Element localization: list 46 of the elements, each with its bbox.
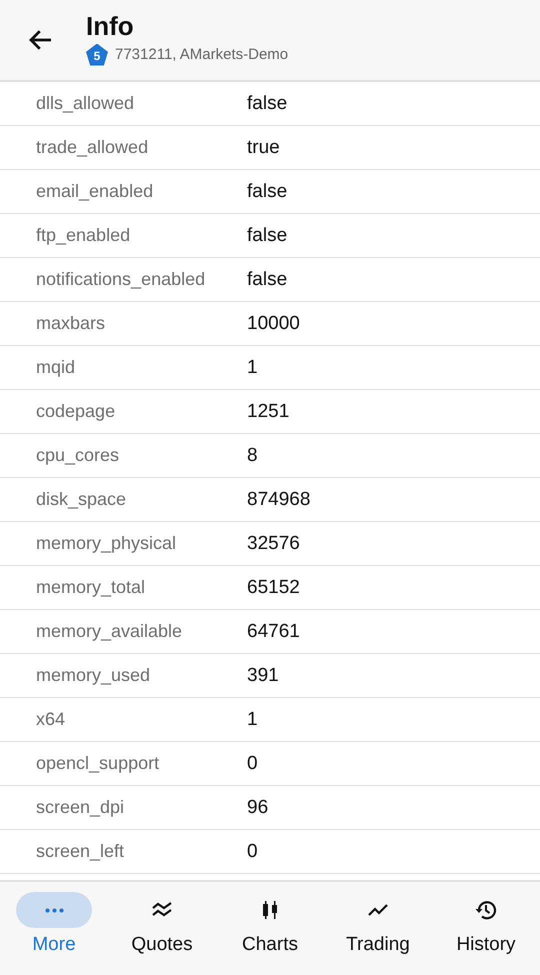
- property-value: false: [247, 268, 288, 290]
- nav-tab[interactable]: History: [432, 882, 540, 975]
- property-name: mqid: [35, 357, 76, 378]
- account-label: 7731211, AMarkets-Demo: [115, 46, 288, 63]
- property-name: memory_available: [35, 621, 184, 642]
- property-name: screen_left: [35, 841, 126, 862]
- property-value: 8: [247, 444, 258, 466]
- property-value: 0: [247, 840, 258, 862]
- property-name: x64: [35, 709, 66, 730]
- property-name: screen_dpi: [35, 797, 126, 818]
- property-value: false: [247, 224, 288, 246]
- property-value: false: [247, 92, 288, 114]
- nav-tab[interactable]: More: [0, 882, 108, 975]
- property-name: email_enabled: [35, 181, 154, 202]
- property-value: 1: [247, 708, 258, 730]
- property-name: memory_used: [35, 665, 152, 686]
- property-name: notifications_enabled: [35, 269, 206, 290]
- property-value: 10000: [247, 312, 300, 334]
- property-name: maxbars: [35, 313, 106, 334]
- property-value: 32576: [247, 532, 300, 554]
- property-value: 874968: [247, 488, 310, 510]
- property-name: disk_space: [35, 489, 128, 510]
- property-name: cpu_cores: [35, 445, 120, 466]
- nav-tab[interactable]: Quotes: [108, 882, 216, 975]
- property-value: true: [247, 136, 280, 158]
- property-value: 1251: [247, 400, 290, 422]
- more-icon: [44, 908, 64, 912]
- property-name: trade_allowed: [35, 137, 150, 158]
- property-value: 64761: [247, 620, 300, 642]
- property-value: 0: [247, 752, 258, 774]
- property-name: codepage: [35, 401, 116, 422]
- history-icon: [474, 898, 498, 922]
- property-name: memory_total: [35, 577, 146, 598]
- property-value: 391: [247, 664, 279, 686]
- nav-tab[interactable]: Trading: [324, 882, 432, 975]
- property-name: memory_physical: [35, 533, 178, 554]
- property-name: ftp_enabled: [35, 225, 132, 246]
- property-name: opencl_support: [35, 753, 160, 774]
- property-name: dlls_allowed: [35, 93, 136, 114]
- nav-tab[interactable]: Charts: [216, 882, 324, 975]
- version-badge: 5: [86, 44, 108, 66]
- property-value: false: [247, 180, 288, 202]
- property-value: 1: [247, 356, 258, 378]
- page-title: Info: [86, 10, 135, 42]
- property-value: 96: [247, 796, 268, 818]
- property-value: 65152: [247, 576, 300, 598]
